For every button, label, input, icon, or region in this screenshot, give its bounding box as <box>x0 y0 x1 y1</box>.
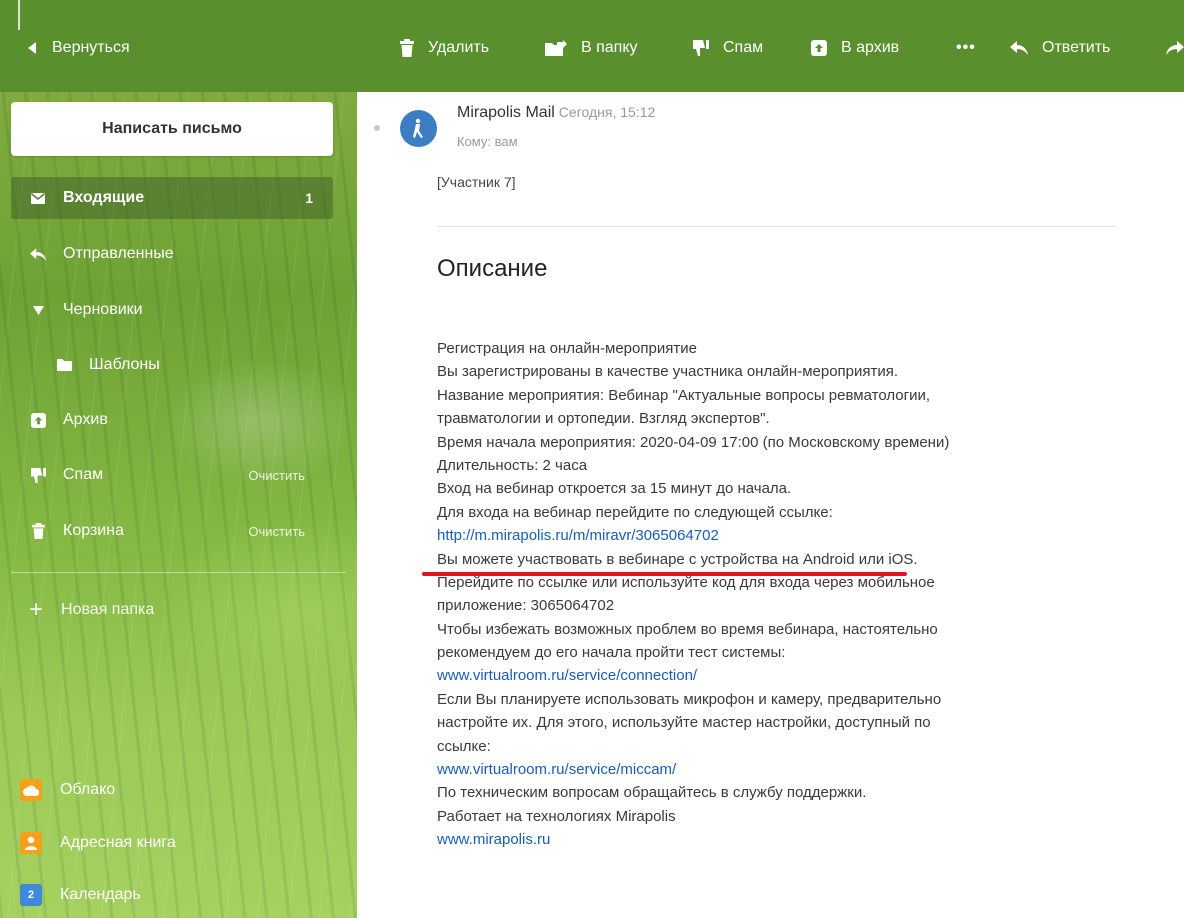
archive-label: В архив <box>841 39 900 56</box>
archive-icon <box>811 40 827 56</box>
calendar-icon: 2 <box>20 884 42 906</box>
forward-button[interactable] <box>1166 36 1184 60</box>
sidebar-item-label: Архив <box>63 411 108 428</box>
body-line: Время начала мероприятия: 2020-04-09 17:… <box>437 433 950 451</box>
sidebar-item-inbox[interactable]: Входящие 1 <box>11 177 333 219</box>
triangle-left-icon <box>28 42 36 54</box>
reply-arrow-icon <box>1010 41 1028 55</box>
new-folder-label: Новая папка <box>61 601 155 618</box>
sidebar-item-label: Отправленные <box>63 245 174 262</box>
plus-icon: + <box>29 596 44 623</box>
message-pane: Mirapolis Mail Сегодня, 15:12 Кому: вам [… <box>357 92 1184 918</box>
app-calendar[interactable]: 2 Календарь <box>20 880 141 910</box>
sidebar-item-drafts[interactable]: Черновики <box>11 289 333 331</box>
archive-button[interactable]: В архив <box>811 36 899 60</box>
body-line: Длительность: 2 часа <box>437 456 588 474</box>
sender-name[interactable]: Mirapolis Mail <box>457 104 555 121</box>
body-line: ссылке: <box>437 737 491 755</box>
body-line: приложение: 3065064702 <box>437 597 615 615</box>
move-folder-icon <box>545 40 567 56</box>
window-edge <box>18 0 20 30</box>
sidebar-item-label: Шаблоны <box>89 356 160 373</box>
trash-icon <box>400 39 414 57</box>
sidebar-item-templates[interactable]: Шаблоны <box>11 344 333 386</box>
clear-spam-link[interactable]: Очистить <box>248 468 305 483</box>
forward-arrow-icon <box>1166 41 1184 55</box>
body-line: Вы зарегистрированы в качестве участника… <box>437 363 899 381</box>
miccam-setup-link[interactable]: www.virtualroom.ru/service/miccam/ <box>437 758 1137 781</box>
sidebar-item-label: Черновики <box>63 301 143 318</box>
compose-button[interactable]: Написать письмо <box>11 102 333 156</box>
new-folder-button[interactable]: + Новая папка <box>29 595 154 625</box>
app-label: Адресная книга <box>60 834 176 851</box>
folder-icon <box>53 359 75 371</box>
sidebar-item-sent[interactable]: Отправленные <box>11 233 333 275</box>
participant-label: [Участник 7] <box>437 174 516 190</box>
read-status-dot[interactable] <box>374 125 380 131</box>
spam-label: Спам <box>723 39 764 56</box>
more-label: ••• <box>956 39 976 56</box>
contact-icon <box>20 832 42 854</box>
body-line: рекомендуем до его начала пройти тест си… <box>437 644 786 662</box>
move-to-folder-button[interactable]: В папку <box>545 36 638 60</box>
body-line: Вход на вебинар откроется за 15 минут до… <box>437 480 792 498</box>
mirapolis-logo-icon <box>412 118 423 138</box>
body-line: настройте их. Для этого, используйте мас… <box>437 714 931 732</box>
mirapolis-site-link[interactable]: www.mirapolis.ru <box>437 828 1137 851</box>
body-line: По техническим вопросам обращайтесь в сл… <box>437 784 867 802</box>
back-button[interactable]: Вернуться <box>28 36 130 60</box>
sidebar-item-label: Входящие <box>63 189 145 206</box>
sidebar-item-spam[interactable]: Спам Очистить <box>11 454 333 496</box>
delete-label: Удалить <box>428 39 490 56</box>
delete-button[interactable]: Удалить <box>400 36 489 60</box>
back-label: Вернуться <box>52 39 130 56</box>
sidebar: Написать письмо Входящие 1 Отправленные … <box>0 92 357 918</box>
sidebar-item-label: Спам <box>63 466 104 483</box>
thumb-down-icon <box>27 467 49 483</box>
message-date: Сегодня, 15:12 <box>558 104 656 120</box>
red-highlight-underline <box>422 572 907 576</box>
body-line: травматологии и ортопедии. Взгляд экспер… <box>437 410 770 428</box>
body-line: Название мероприятия: Вебинар "Актуальны… <box>437 386 930 404</box>
cloud-icon <box>20 779 42 801</box>
sender-line: Mirapolis Mail Сегодня, 15:12 <box>457 104 655 122</box>
avatar <box>400 110 437 147</box>
compose-label: Написать письмо <box>102 120 242 137</box>
spam-button[interactable]: Спам <box>693 36 763 60</box>
body-line: Чтобы избежать возможных проблем во врем… <box>437 620 938 638</box>
body-line: Работает на технологиях Mirapolis <box>437 807 676 825</box>
sidebar-item-archive[interactable]: Архив <box>11 399 333 441</box>
reply-button[interactable]: Ответить <box>1010 36 1110 60</box>
app-label: Облако <box>60 781 116 798</box>
unread-count: 1 <box>305 190 313 206</box>
recipient-line: Кому: вам <box>457 134 518 149</box>
body-line: Если Вы планируете использовать микрофон… <box>437 690 942 708</box>
reply-arrow-icon <box>27 247 49 261</box>
clear-trash-link[interactable]: Очистить <box>248 524 305 539</box>
calendar-glyph: 2 <box>27 889 35 901</box>
envelope-icon <box>27 192 49 204</box>
connection-test-link[interactable]: www.virtualroom.ru/service/connection/ <box>437 664 1137 687</box>
reply-label: Ответить <box>1042 39 1111 56</box>
archive-icon <box>27 412 49 428</box>
toolbar: Вернуться Удалить В папку Спам В архив •… <box>0 0 1184 92</box>
message-body: Регистрация на онлайн-мероприятие Вы зар… <box>437 337 1137 852</box>
app-address-book[interactable]: Адресная книга <box>20 828 176 858</box>
message-divider <box>437 226 1117 227</box>
body-line: Вы можете участвовать в вебинаре с устро… <box>437 550 918 568</box>
message-heading: Описание <box>437 255 548 282</box>
thumb-down-icon <box>693 40 709 56</box>
move-to-folder-label: В папку <box>581 39 638 56</box>
app-cloud[interactable]: Облако <box>20 775 115 805</box>
sidebar-item-label: Корзина <box>63 522 124 539</box>
triangle-down-icon <box>27 305 49 315</box>
body-line: Регистрация на онлайн-мероприятие <box>437 340 697 357</box>
sidebar-item-trash[interactable]: Корзина Очистить <box>11 510 333 552</box>
more-button[interactable]: ••• <box>956 36 976 60</box>
app-label: Календарь <box>60 886 141 903</box>
trash-icon <box>27 523 49 539</box>
sidebar-divider <box>11 572 346 573</box>
body-line: Для входа на вебинар перейдите по следую… <box>437 503 833 521</box>
webinar-link[interactable]: http://m.mirapolis.ru/m/miravr/306506470… <box>437 524 1137 547</box>
